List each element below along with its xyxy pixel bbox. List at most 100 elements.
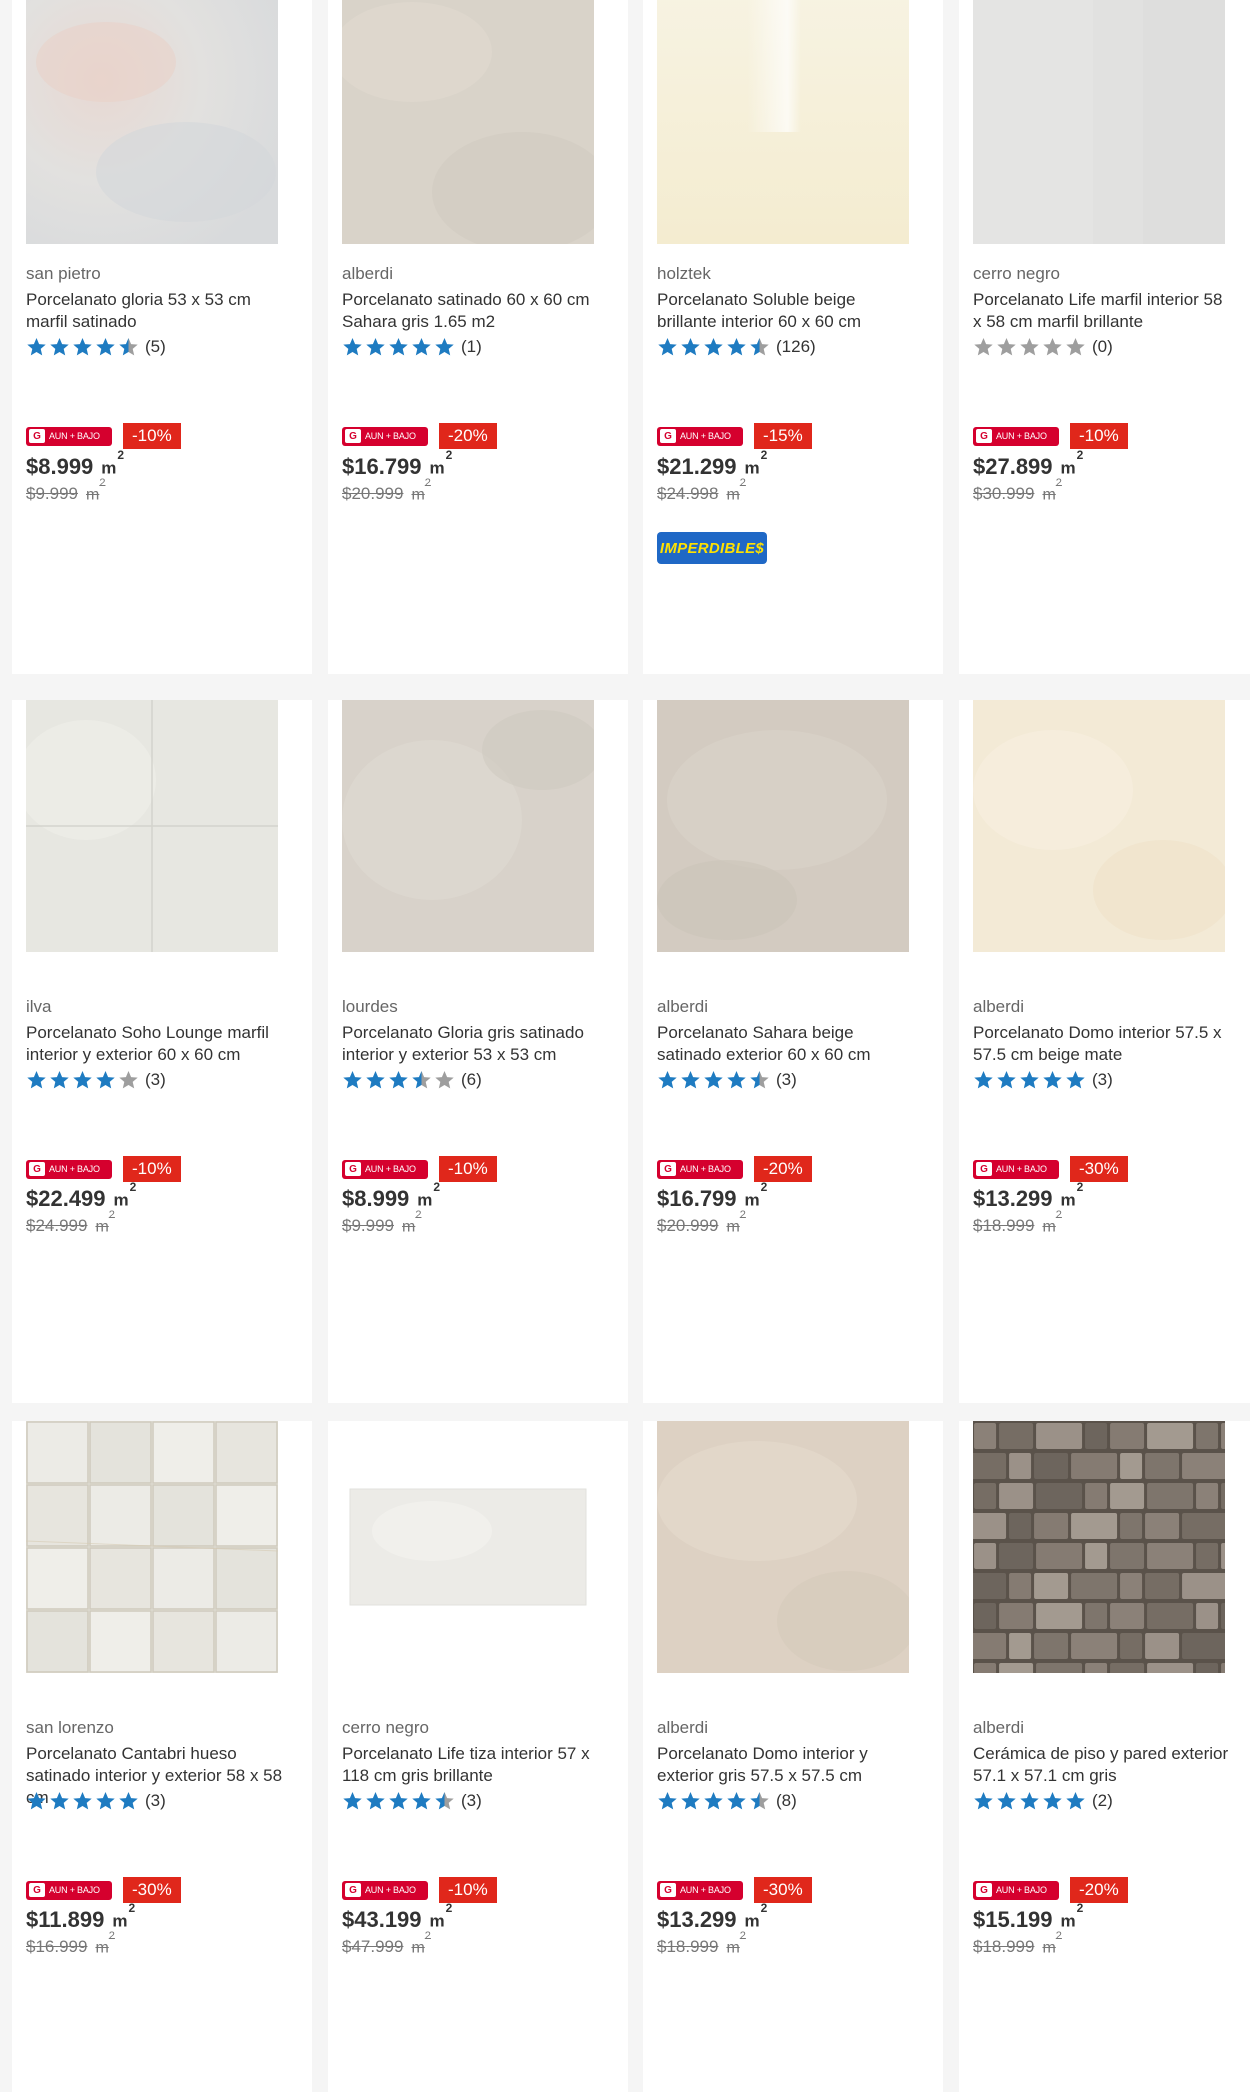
star-icon: [996, 1791, 1017, 1811]
rating-stars: (3): [26, 1790, 166, 1812]
old-price-unit: m2: [1042, 477, 1061, 504]
product-image[interactable]: [657, 0, 909, 244]
product-image[interactable]: [342, 700, 594, 952]
cmr-badge: G AUN + BAJO: [657, 426, 743, 446]
product-title[interactable]: Porcelanato Life marfil interior 58 x 58…: [973, 289, 1235, 333]
product-card[interactable]: holztek Porcelanato Soluble beige brillan…: [643, 0, 943, 674]
product-card[interactable]: alberdi Porcelanato satinado 60 x 60 cm S…: [328, 0, 628, 674]
product-image[interactable]: [26, 0, 278, 244]
old-price-unit: m2: [411, 1930, 430, 1957]
product-image[interactable]: [342, 1421, 594, 1673]
product-title[interactable]: Porcelanato Gloria gris satinado interio…: [342, 1022, 604, 1066]
product-title[interactable]: Porcelanato Domo interior y exterior gri…: [657, 1743, 919, 1787]
review-count: (6): [461, 1070, 482, 1089]
rating-stars: (3): [342, 1790, 482, 1812]
star-icon: [49, 337, 70, 357]
price-value: $22.499: [26, 1186, 106, 1211]
star-icon: [72, 1070, 93, 1090]
product-title[interactable]: Porcelanato Soluble beige brillante inte…: [657, 289, 919, 333]
old-price-unit: m2: [402, 1209, 421, 1236]
product-card[interactable]: alberdi Porcelanato Sahara beige satinado…: [643, 700, 943, 1403]
old-price-unit: m2: [411, 477, 430, 504]
cmr-badge: G AUN + BAJO: [26, 426, 112, 446]
cmr-logo-icon: G: [660, 1883, 676, 1897]
product-brand: ilva: [26, 997, 52, 1016]
price-unit-base: m: [113, 1191, 129, 1210]
old-price-value: $18.999: [973, 1937, 1035, 1957]
price-unit-exponent: 2: [117, 448, 125, 463]
product-card[interactable]: cerro negro Porcelanato Life tiza interio…: [328, 1421, 628, 2092]
star-icon: [365, 337, 386, 357]
product-title[interactable]: Porcelanato Soho Lounge marfil interior …: [26, 1022, 288, 1066]
star-icon: [726, 1070, 747, 1090]
product-card[interactable]: lourdes Porcelanato Gloria gris satinado …: [328, 700, 628, 1403]
product-image[interactable]: [657, 1421, 909, 1673]
current-price: $16.799 m2: [342, 448, 452, 480]
old-price-unit-base: m: [411, 486, 425, 504]
product-title[interactable]: Porcelanato Life tiza interior 57 x 118 …: [342, 1743, 604, 1787]
old-price-unit-exponent: 2: [108, 1930, 115, 1942]
product-title[interactable]: Cerámica de piso y pared exterior 57.1 x…: [973, 1743, 1235, 1787]
product-image[interactable]: [973, 700, 1225, 952]
cmr-badge-label: AUN + BAJO: [680, 431, 731, 441]
rating-stars: (8): [657, 1790, 797, 1812]
star-icon: [657, 1070, 678, 1090]
cmr-badge: G AUN + BAJO: [342, 426, 428, 446]
star-icon: [726, 1791, 747, 1811]
old-price-unit-exponent: 2: [739, 477, 746, 489]
price-value: $16.799: [657, 1186, 737, 1211]
star-icon: [95, 1791, 116, 1811]
product-title[interactable]: Porcelanato gloria 53 x 53 cm marfil sat…: [26, 289, 288, 333]
cmr-logo-icon: G: [29, 1162, 45, 1176]
product-brand: alberdi: [657, 1718, 709, 1737]
product-card[interactable]: ilva Porcelanato Soho Lounge marfil inter…: [12, 700, 312, 1403]
product-title[interactable]: Porcelanato Domo interior 57.5 x 57.5 cm…: [973, 1022, 1235, 1066]
cmr-badge-label: AUN + BAJO: [365, 1164, 416, 1174]
star-icon: [680, 1070, 701, 1090]
star-icon: [411, 1791, 432, 1811]
price-unit-base: m: [744, 1191, 760, 1210]
product-card[interactable]: san lorenzo Porcelanato Cantabri hueso sa…: [12, 1421, 312, 2092]
price-badges: G AUN + BAJO -10%: [342, 1877, 497, 1903]
price-unit-exponent: 2: [760, 448, 768, 463]
product-card[interactable]: san pietro Porcelanato gloria 53 x 53 cm …: [12, 0, 312, 674]
cmr-logo-icon: G: [29, 429, 45, 443]
cmr-badge: G AUN + BAJO: [342, 1880, 428, 1900]
product-image[interactable]: [657, 700, 909, 952]
product-card[interactable]: alberdi Cerámica de piso y pared exterior…: [959, 1421, 1250, 2092]
product-title[interactable]: Porcelanato satinado 60 x 60 cm Sahara g…: [342, 289, 604, 333]
old-price-unit-exponent: 2: [739, 1930, 746, 1942]
rating-stars: (5): [26, 336, 166, 358]
cmr-logo-icon: G: [345, 1162, 361, 1176]
star-icon: [72, 1791, 93, 1811]
price-unit-base: m: [1060, 1912, 1076, 1931]
product-brand: san pietro: [26, 264, 101, 283]
product-image[interactable]: [26, 700, 278, 952]
price-value: $8.999: [26, 454, 94, 479]
product-image[interactable]: [973, 0, 1225, 244]
star-icon: [680, 1791, 701, 1811]
product-card[interactable]: cerro negro Porcelanato Life marfil inter…: [959, 0, 1250, 674]
star-icon: [996, 1070, 1017, 1090]
price-value: $8.999: [342, 1186, 410, 1211]
old-price-unit: m2: [95, 1209, 114, 1236]
old-price-unit-exponent: 2: [1055, 1930, 1062, 1942]
product-title[interactable]: Porcelanato Sahara beige satinado exteri…: [657, 1022, 919, 1066]
product-image[interactable]: [342, 0, 594, 244]
product-image[interactable]: [973, 1421, 1225, 1673]
price-unit: m2: [744, 1180, 768, 1211]
product-card[interactable]: alberdi Porcelanato Domo interior 57.5 x …: [959, 700, 1250, 1403]
old-price-unit-base: m: [726, 486, 740, 504]
current-price: $15.199 m2: [973, 1901, 1083, 1933]
star-icon: [680, 337, 701, 357]
cmr-logo-icon: G: [976, 1883, 992, 1897]
cmr-badge: G AUN + BAJO: [342, 1159, 428, 1179]
star-icon: [434, 337, 455, 357]
review-count: (1): [461, 337, 482, 356]
product-image[interactable]: [26, 1421, 278, 1673]
star-icon: [72, 337, 93, 357]
discount-badge: -10%: [1070, 423, 1128, 449]
price-unit-base: m: [1060, 1191, 1076, 1210]
product-card[interactable]: alberdi Porcelanato Domo interior y exter…: [643, 1421, 943, 2092]
star-icon: [365, 1791, 386, 1811]
